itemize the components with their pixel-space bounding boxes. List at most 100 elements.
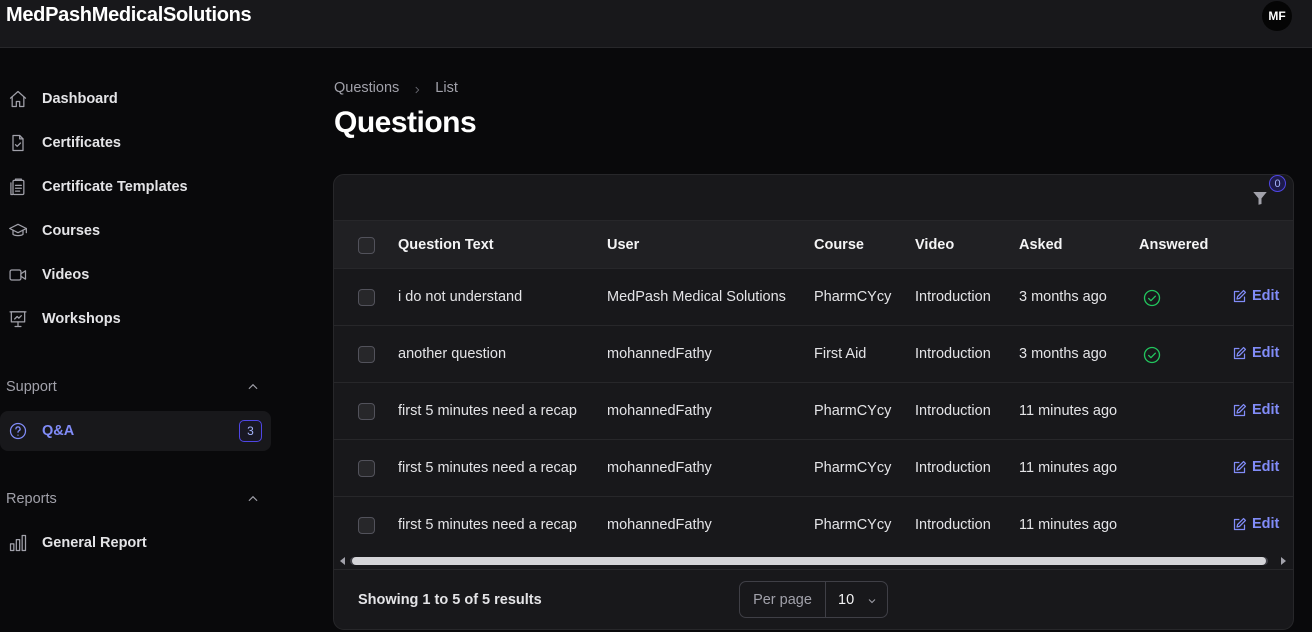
chevron-right-icon bbox=[412, 83, 422, 94]
sidebar-item-workshops[interactable]: Workshops bbox=[0, 301, 271, 337]
question-text-cell: i do not understand bbox=[398, 289, 523, 305]
question-text-cell: another question bbox=[398, 346, 507, 362]
table-footer: Showing 1 to 5 of 5 results Per page 10 bbox=[334, 569, 1293, 629]
results-summary: Showing 1 to 5 of 5 results bbox=[358, 592, 542, 608]
sidebar-item-general-report[interactable]: General Report bbox=[0, 525, 271, 561]
breadcrumb: Questions List bbox=[334, 80, 458, 96]
pencil-square-icon bbox=[1233, 289, 1247, 302]
question-text-cell: first 5 minutes need a recap bbox=[398, 517, 577, 533]
scrollbar-thumb[interactable] bbox=[352, 557, 1266, 565]
check-circle-icon bbox=[1142, 345, 1162, 365]
sidebar-item-label: Courses bbox=[42, 223, 101, 239]
pencil-square-icon bbox=[1233, 517, 1247, 530]
document-check-icon bbox=[7, 132, 29, 154]
chevron-up-icon[interactable] bbox=[246, 380, 260, 394]
edit-label: Edit bbox=[1252, 402, 1280, 418]
home-icon bbox=[7, 88, 29, 110]
questions-table-card: 0 Question Text User Course Video Asked … bbox=[333, 174, 1294, 630]
sidebar-item-qa[interactable]: Q&A 3 bbox=[0, 411, 271, 451]
sidebar-item-dashboard[interactable]: Dashboard bbox=[0, 81, 271, 117]
row-checkbox[interactable] bbox=[358, 460, 375, 477]
per-page-label: Per page bbox=[740, 582, 826, 617]
sidebar-group-reports: Reports bbox=[6, 491, 57, 507]
asked-cell: 11 minutes ago bbox=[1019, 517, 1118, 533]
sidebar-item-label: Workshops bbox=[42, 311, 121, 327]
top-bar: MedPashMedicalSolutions MF bbox=[0, 0, 1312, 48]
row-checkbox[interactable] bbox=[358, 289, 375, 306]
column-header-course[interactable]: Course bbox=[814, 237, 864, 253]
edit-link[interactable]: Edit bbox=[1232, 402, 1279, 418]
edit-label: Edit bbox=[1252, 516, 1280, 532]
user-cell: mohannedFathy bbox=[607, 517, 712, 533]
per-page-select[interactable]: Per page 10 bbox=[739, 581, 888, 618]
pencil-square-icon bbox=[1233, 403, 1247, 416]
course-cell: First Aid bbox=[814, 346, 867, 362]
video-cell: Introduction bbox=[915, 517, 991, 533]
table-row[interactable]: first 5 minutes need a recap mohannedFat… bbox=[334, 440, 1293, 497]
asked-cell: 3 months ago bbox=[1019, 346, 1107, 362]
page-title: Questions bbox=[334, 106, 477, 139]
asked-cell: 3 months ago bbox=[1019, 289, 1107, 305]
course-cell: PharmCYcy bbox=[814, 403, 892, 419]
breadcrumb-parent[interactable]: Questions bbox=[334, 80, 399, 96]
user-cell: mohannedFathy bbox=[607, 403, 712, 419]
edit-link[interactable]: Edit bbox=[1232, 516, 1279, 532]
filter-count-badge: 0 bbox=[1269, 175, 1286, 192]
column-header-asked[interactable]: Asked bbox=[1019, 237, 1063, 253]
video-cell: Introduction bbox=[915, 403, 991, 419]
edit-link[interactable]: Edit bbox=[1232, 345, 1279, 361]
sidebar-item-label: Dashboard bbox=[42, 91, 118, 107]
column-header-answered[interactable]: Answered bbox=[1139, 237, 1208, 253]
table-row[interactable]: another question mohannedFathy First Aid… bbox=[334, 326, 1293, 383]
sidebar-item-videos[interactable]: Videos bbox=[0, 257, 271, 293]
edit-link[interactable]: Edit bbox=[1232, 459, 1279, 475]
column-header-video[interactable]: Video bbox=[915, 237, 954, 253]
table-row[interactable]: i do not understand MedPash Medical Solu… bbox=[334, 269, 1293, 326]
column-header-user[interactable]: User bbox=[607, 237, 639, 253]
edit-label: Edit bbox=[1252, 459, 1280, 475]
academic-cap-icon bbox=[7, 220, 29, 242]
sidebar-item-label: General Report bbox=[42, 535, 147, 551]
sidebar-item-label: Certificate Templates bbox=[42, 179, 188, 195]
video-cell: Introduction bbox=[915, 460, 991, 476]
asked-cell: 11 minutes ago bbox=[1019, 403, 1118, 419]
brand-logo[interactable]: MedPashMedicalSolutions bbox=[6, 4, 252, 27]
course-cell: PharmCYcy bbox=[814, 460, 892, 476]
sidebar-item-label: Q&A bbox=[42, 423, 75, 439]
row-checkbox[interactable] bbox=[358, 346, 375, 363]
table-row[interactable]: first 5 minutes need a recap mohannedFat… bbox=[334, 497, 1293, 554]
row-checkbox[interactable] bbox=[358, 403, 375, 420]
sidebar-item-courses[interactable]: Courses bbox=[0, 213, 271, 249]
table-header: Question Text User Course Video Asked An… bbox=[334, 220, 1293, 269]
presentation-icon bbox=[7, 308, 29, 330]
user-avatar[interactable]: MF bbox=[1262, 1, 1292, 31]
row-checkbox[interactable] bbox=[358, 517, 375, 534]
table-row[interactable]: first 5 minutes need a recap mohannedFat… bbox=[334, 383, 1293, 440]
horizontal-scrollbar[interactable] bbox=[334, 553, 1293, 569]
filter-button[interactable] bbox=[1250, 185, 1272, 207]
chevron-down-icon[interactable] bbox=[866, 594, 878, 606]
course-cell: PharmCYcy bbox=[814, 517, 892, 533]
select-all-checkbox[interactable] bbox=[358, 237, 375, 254]
asked-cell: 11 minutes ago bbox=[1019, 460, 1118, 476]
per-page-value[interactable]: 10 bbox=[838, 592, 854, 608]
sidebar-item-certificates[interactable]: Certificates bbox=[0, 125, 271, 161]
course-cell: PharmCYcy bbox=[814, 289, 892, 305]
sidebar-item-label: Videos bbox=[42, 267, 90, 283]
check-circle-icon bbox=[1142, 288, 1162, 308]
chevron-up-icon[interactable] bbox=[246, 492, 260, 506]
question-text-cell: first 5 minutes need a recap bbox=[398, 403, 577, 419]
pencil-square-icon bbox=[1233, 346, 1247, 359]
edit-link[interactable]: Edit bbox=[1232, 288, 1279, 304]
scroll-left-arrow-icon[interactable] bbox=[340, 557, 345, 565]
sidebar-group-support: Support bbox=[6, 379, 57, 395]
scroll-right-arrow-icon[interactable] bbox=[1281, 557, 1286, 565]
pencil-square-icon bbox=[1233, 460, 1247, 473]
sidebar-item-label: Certificates bbox=[42, 135, 121, 151]
funnel-icon bbox=[1253, 192, 1267, 205]
question-circle-icon bbox=[7, 420, 29, 442]
column-header-question-text[interactable]: Question Text bbox=[398, 237, 494, 253]
video-cell: Introduction bbox=[915, 289, 991, 305]
sidebar-item-certificate-templates[interactable]: Certificate Templates bbox=[0, 169, 271, 205]
user-cell: mohannedFathy bbox=[607, 346, 712, 362]
